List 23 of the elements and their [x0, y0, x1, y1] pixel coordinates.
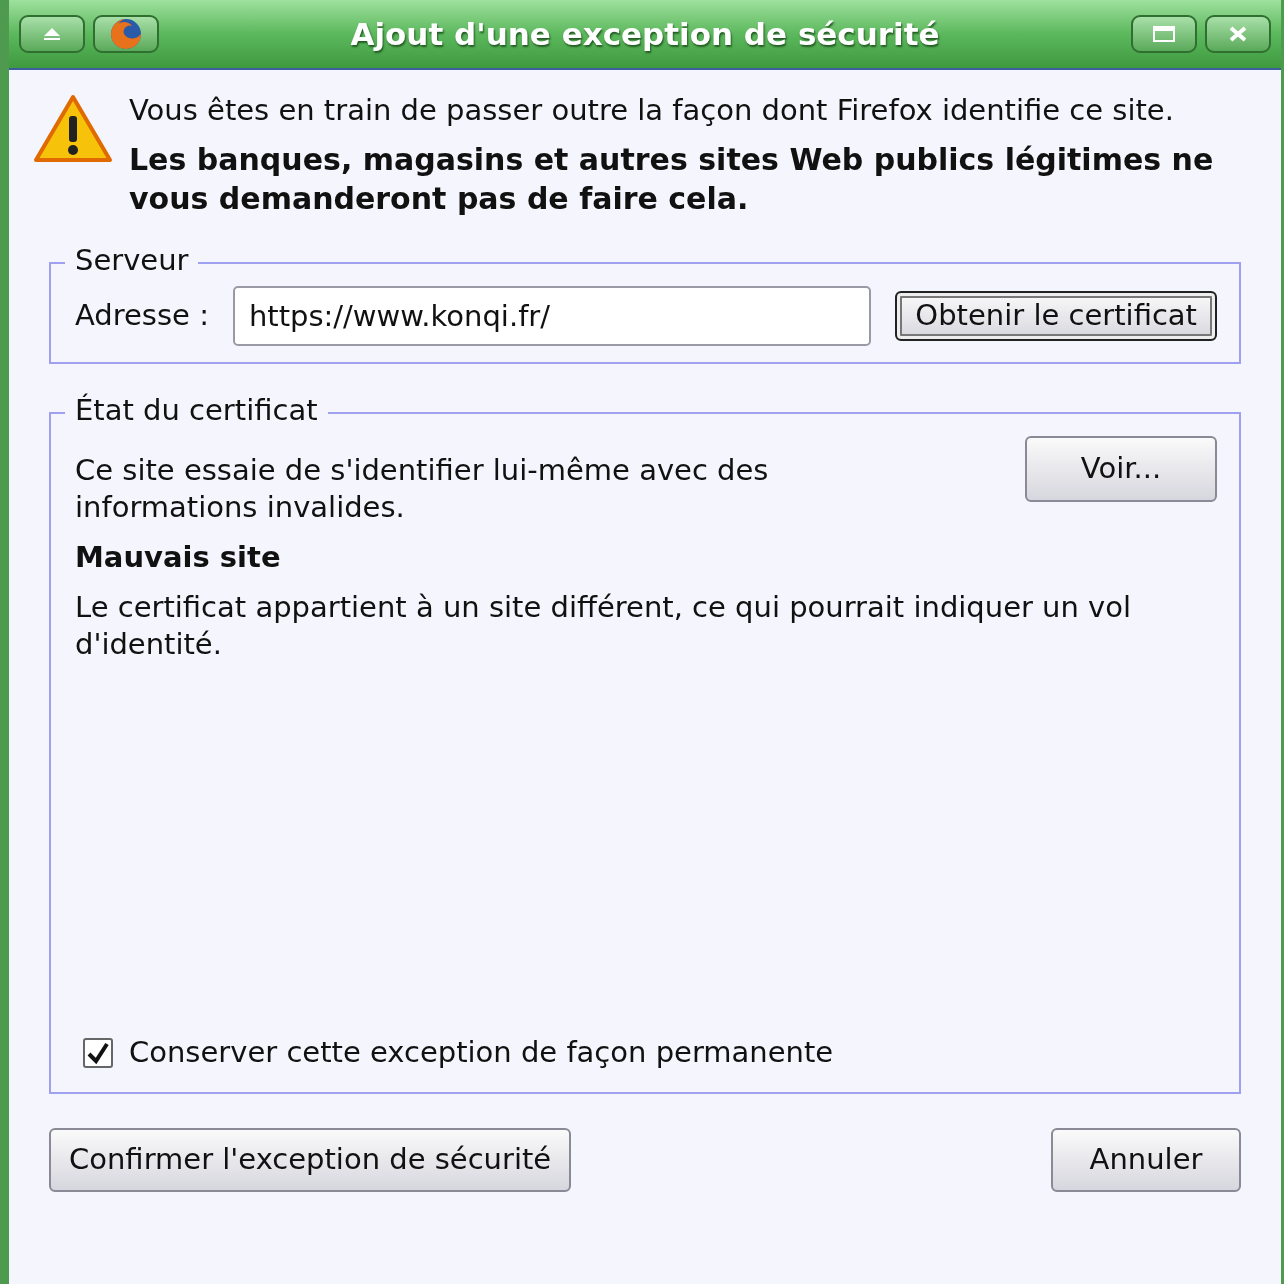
confirm-button[interactable]: Confirmer l'exception de sécurité — [49, 1127, 572, 1192]
get-certificate-button[interactable]: Obtenir le certificat — [895, 290, 1217, 341]
warning-icon — [33, 94, 113, 164]
menu-button[interactable] — [19, 15, 85, 53]
problem-text: Le certificat appartient à un site différent, ce qui pourrait indiquer un vol d'identité. — [75, 588, 1133, 664]
maximize-icon — [1153, 26, 1175, 42]
address-label: Adresse : — [75, 296, 209, 334]
description-text: Ce site essaie de s'identifier lui-même avec des informations invalides. — [75, 451, 770, 527]
close-button[interactable] — [1205, 15, 1271, 53]
warning-emphasis: Les banques, magasins et autres sites Web publics légitimes ne vous demanderont pas de faire cela. — [129, 140, 1215, 218]
warning-text: Vous êtes en train de passer outre la façon dont Firefox identifie ce site. — [129, 92, 1175, 129]
window-title: Ajout d'une exception de sécurité — [349, 14, 941, 54]
cancel-button[interactable]: Annuler — [1051, 1127, 1241, 1192]
triangle-icon — [42, 27, 62, 41]
problem-title: Mauvais site — [75, 539, 282, 577]
close-icon — [1229, 26, 1247, 42]
maximize-button[interactable] — [1131, 15, 1197, 53]
app-icon-button[interactable] — [93, 15, 159, 53]
globe-icon — [110, 18, 142, 50]
view-button[interactable]: Voir... — [1025, 435, 1217, 502]
address-field[interactable]: https://www.konqi.fr/ — [232, 285, 872, 346]
permanent-checkbox[interactable] — [83, 1037, 113, 1068]
checkbox-label: Conserver cette exception de façon permanente — [129, 1034, 834, 1071]
